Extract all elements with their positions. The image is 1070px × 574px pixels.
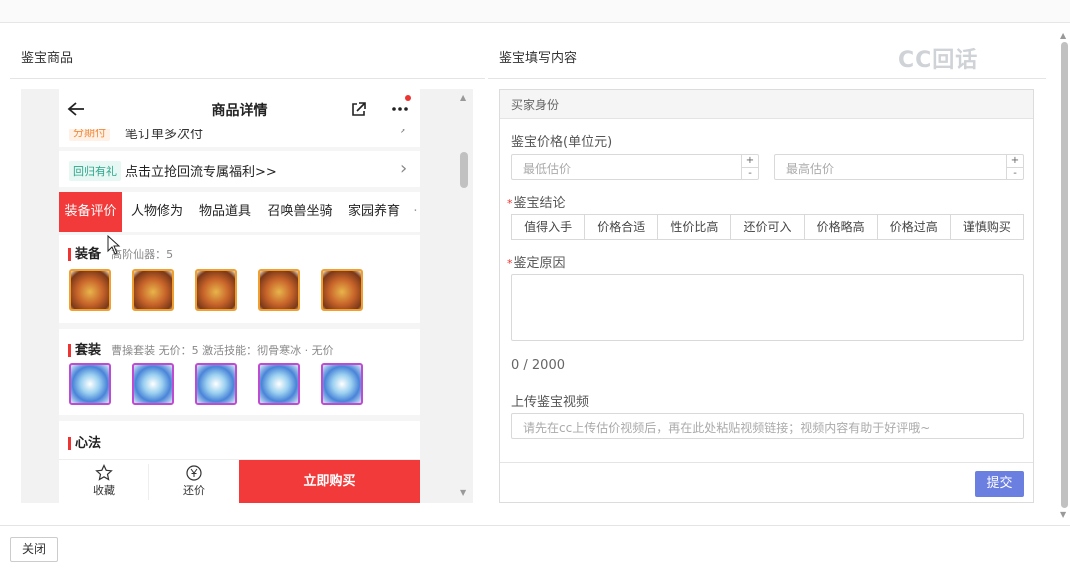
- plus-icon[interactable]: +: [742, 155, 758, 167]
- phone-preview[interactable]: 商品详情 分期付 笔订单多次付 › 回归有礼 点击立抢回流专属福利>> › 装备…: [59, 89, 420, 503]
- price-label: 鉴宝价格(单位元): [511, 135, 613, 150]
- suit-card-title: 套装: [75, 343, 102, 358]
- chevron-right-icon: ›: [400, 129, 406, 138]
- installment-text: 笔订单多次付: [125, 129, 204, 142]
- star-icon: [95, 464, 113, 481]
- char-count: 0 / 2000: [511, 358, 565, 373]
- conclusion-option[interactable]: 还价可入: [731, 215, 805, 239]
- bargain-button[interactable]: 还价: [149, 464, 239, 498]
- required-mark: *: [507, 197, 513, 210]
- conclusion-option[interactable]: 价格过高: [878, 215, 951, 239]
- return-gift-text: 点击立抢回流专属福利>>: [125, 165, 277, 180]
- page-scroll-down-arrow[interactable]: ▼: [1060, 510, 1066, 519]
- phone-tabs: 装备评价 人物修为 物品道具 召唤兽坐骑 家园养育 ·: [59, 192, 420, 232]
- suit-card: 套装 曹操套装 无价：5 激活技能：彻骨寒冰 · 无价: [59, 329, 420, 415]
- xinfa-card-title: 心法: [75, 436, 102, 451]
- minus-icon[interactable]: -: [1007, 167, 1023, 180]
- more-icon[interactable]: [390, 93, 412, 115]
- equip-card-title: 装备: [75, 247, 102, 262]
- form-footer-divider: [500, 462, 1033, 463]
- equip-item-1[interactable]: [69, 269, 111, 311]
- equip-item-4[interactable]: [258, 269, 300, 311]
- max-price-placeholder: 最高估价: [786, 162, 835, 176]
- submit-button[interactable]: 提交: [975, 471, 1024, 497]
- favorite-label: 收藏: [93, 484, 115, 497]
- close-button[interactable]: 关闭: [10, 537, 58, 562]
- phone-header: 商品详情: [59, 89, 420, 129]
- left-scroll-thumb[interactable]: [460, 152, 468, 188]
- form-header-title: 买家身份: [511, 98, 560, 112]
- equip-item-2[interactable]: [132, 269, 174, 311]
- tab-more-indicator: ·: [413, 204, 418, 219]
- return-gift-tag: 回归有礼: [69, 161, 121, 181]
- page-scroll-thumb[interactable]: [1061, 42, 1068, 508]
- reason-textarea[interactable]: [511, 274, 1024, 341]
- video-label: 上传鉴宝视频: [511, 395, 590, 410]
- right-section-title: 鉴宝填写内容: [499, 51, 578, 66]
- suit-item-3[interactable]: [195, 363, 237, 405]
- tab-character[interactable]: 人物修为: [125, 192, 189, 232]
- right-divider: [488, 78, 1046, 79]
- share-icon[interactable]: [350, 101, 367, 118]
- top-bar: [0, 0, 1070, 23]
- conclusion-option[interactable]: 价格略高: [805, 215, 878, 239]
- suit-item-5[interactable]: [321, 363, 363, 405]
- required-mark: *: [507, 257, 513, 270]
- conclusion-label: 鉴宝结论: [513, 196, 566, 211]
- favorite-button[interactable]: 收藏: [59, 464, 149, 498]
- cursor-icon: [107, 235, 121, 255]
- watermark-logo: CC回话: [898, 48, 979, 73]
- conclusion-options: 值得入手 价格合适 性价比高 还价可入 价格略高 价格过高 谨慎购买: [511, 214, 1024, 240]
- installment-tag: 分期付: [69, 129, 110, 141]
- appraisal-form: 买家身份 鉴宝价格(单位元) 最低估价 + - 最高估价 + - *鉴宝结论 值得入…: [499, 89, 1034, 503]
- page-scroll-up-arrow[interactable]: ▲: [1060, 31, 1066, 40]
- suit-item-4[interactable]: [258, 363, 300, 405]
- red-bar: [68, 437, 71, 450]
- yen-icon: [186, 465, 202, 481]
- conclusion-option[interactable]: 性价比高: [658, 215, 732, 239]
- promo-row-installment[interactable]: 分期付 笔订单多次付 ›: [59, 129, 420, 147]
- conclusion-option[interactable]: 谨慎购买: [951, 215, 1023, 239]
- suit-card-sub: 曹操套装 无价：5 激活技能：彻骨寒冰 · 无价: [111, 344, 334, 357]
- red-bar: [68, 344, 71, 357]
- conclusion-option[interactable]: 价格合适: [585, 215, 659, 239]
- suit-card-header: 套装 曹操套装 无价：5 激活技能：彻骨寒冰 · 无价: [68, 339, 334, 358]
- max-price-input[interactable]: 最高估价 + -: [774, 154, 1024, 180]
- min-price-input[interactable]: 最低估价 + -: [511, 154, 759, 180]
- footer-divider: [0, 525, 1070, 526]
- min-price-placeholder: 最低估价: [523, 162, 572, 176]
- equip-item-3[interactable]: [195, 269, 237, 311]
- red-bar: [68, 248, 71, 261]
- chevron-right-icon: ›: [400, 158, 408, 179]
- xinfa-card: 心法: [59, 421, 420, 461]
- tab-home[interactable]: 家园养育: [343, 192, 405, 232]
- scroll-down-arrow[interactable]: ▼: [460, 488, 466, 497]
- scroll-up-arrow[interactable]: ▲: [460, 93, 466, 102]
- reason-label-wrap: *鉴定原因: [507, 252, 566, 271]
- plus-icon[interactable]: +: [1007, 155, 1023, 167]
- promo-row-return-gift[interactable]: 回归有礼 点击立抢回流专属福利>> ›: [59, 151, 420, 187]
- tab-equip-eval[interactable]: 装备评价: [59, 192, 122, 232]
- buy-now-button[interactable]: 立即购买: [239, 460, 420, 503]
- conclusion-option[interactable]: 值得入手: [512, 215, 586, 239]
- tab-pets-mounts[interactable]: 召唤兽坐骑: [263, 192, 337, 232]
- video-link-input[interactable]: 请先在cc上传估价视频后，再在此处粘贴视频链接；视频内容有助于好评哦~: [511, 413, 1024, 439]
- equip-item-5[interactable]: [321, 269, 363, 311]
- left-divider: [10, 78, 485, 79]
- suit-item-2[interactable]: [132, 363, 174, 405]
- form-header: 买家身份: [500, 90, 1033, 119]
- left-section-title: 鉴宝商品: [21, 51, 74, 66]
- video-link-placeholder: 请先在cc上传估价视频后，再在此处粘贴视频链接；视频内容有助于好评哦~: [523, 421, 931, 435]
- min-price-stepper[interactable]: + -: [741, 155, 758, 179]
- phone-bottom-bar: 收藏 还价 立即购买: [59, 459, 420, 503]
- reason-label: 鉴定原因: [513, 256, 566, 271]
- minus-icon[interactable]: -: [742, 167, 758, 180]
- suit-item-1[interactable]: [69, 363, 111, 405]
- xinfa-card-header: 心法: [68, 432, 101, 451]
- conclusion-label-wrap: *鉴宝结论: [507, 192, 566, 211]
- max-price-stepper[interactable]: + -: [1006, 155, 1023, 179]
- tab-items[interactable]: 物品道具: [193, 192, 257, 232]
- bargain-label: 还价: [183, 484, 205, 497]
